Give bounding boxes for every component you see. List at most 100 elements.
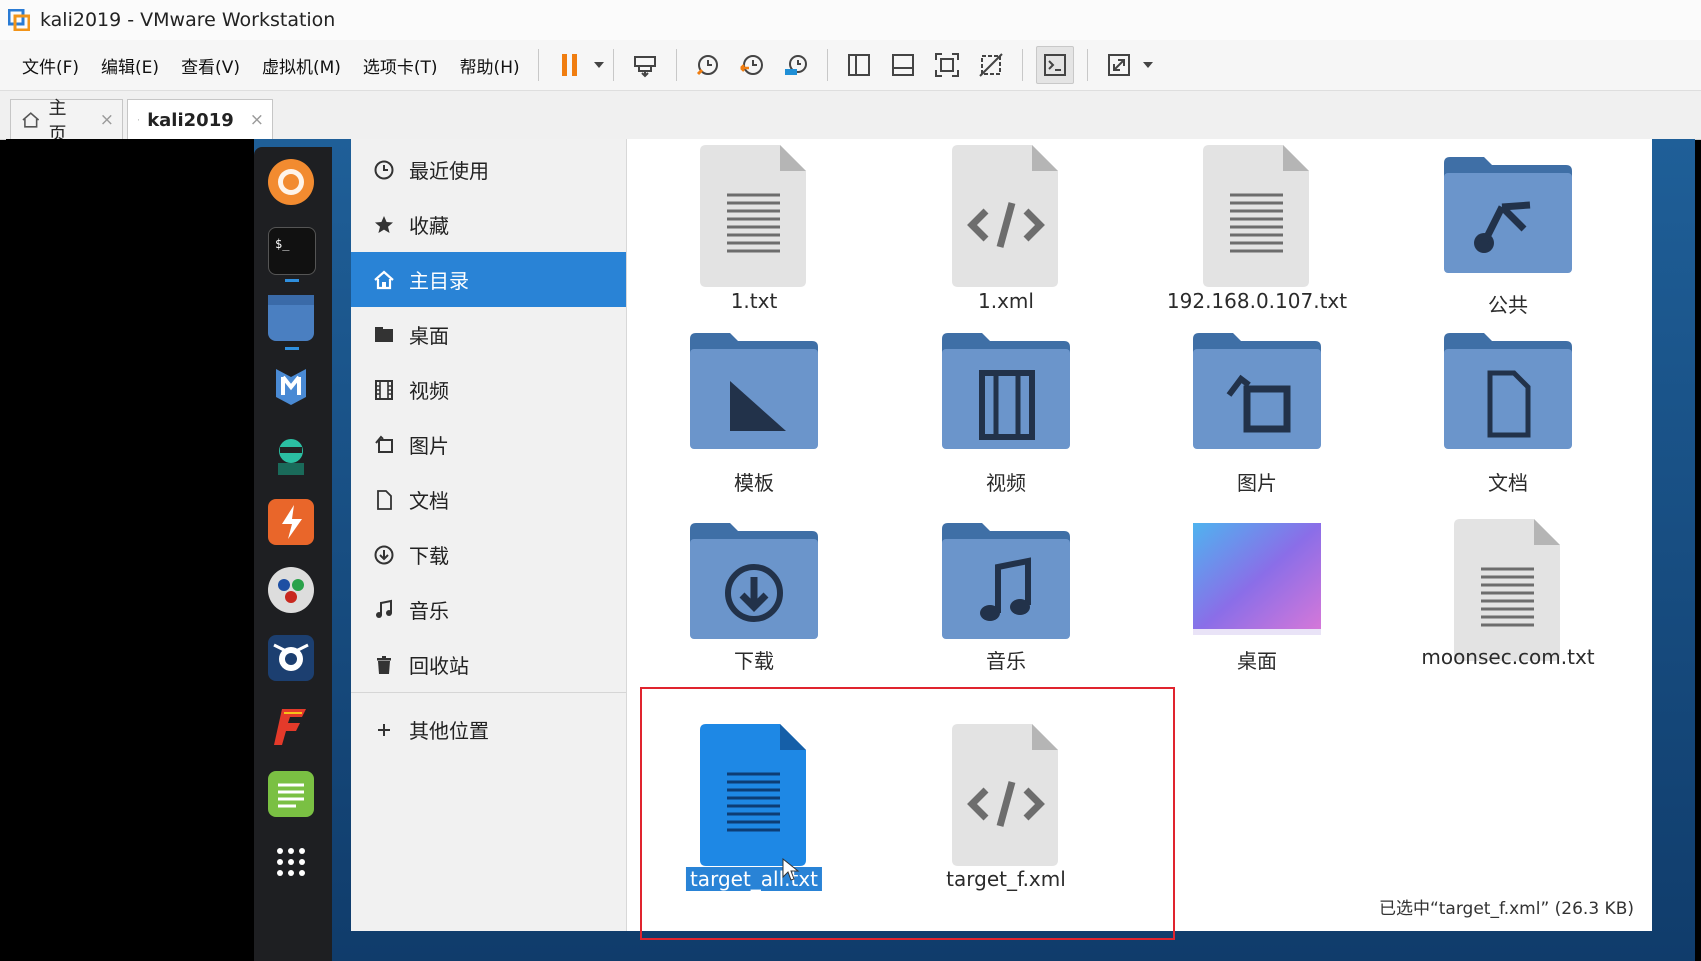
terminal-icon[interactable]: $_ bbox=[268, 227, 316, 275]
file-name: 1.txt bbox=[730, 289, 778, 313]
faraday-icon[interactable] bbox=[268, 703, 314, 749]
file-item[interactable]: 文档 bbox=[1398, 329, 1618, 519]
annotation-highlight-box bbox=[640, 687, 1175, 940]
file-item[interactable]: 桌面 bbox=[1147, 519, 1367, 709]
public-folder-icon bbox=[1444, 157, 1572, 273]
tab-kali2019[interactable]: kali2019 × bbox=[127, 99, 273, 140]
menu-file[interactable]: 文件(F) bbox=[22, 53, 79, 78]
toolbar-separator bbox=[537, 49, 539, 81]
pause-icon bbox=[561, 54, 577, 76]
text-file-icon bbox=[700, 145, 806, 287]
music-icon bbox=[373, 599, 395, 621]
text-file-icon bbox=[1203, 145, 1309, 287]
file-item[interactable]: moonsec.com.txt bbox=[1398, 519, 1618, 709]
revert-snapshot-button[interactable] bbox=[734, 47, 770, 83]
fit-guest-button[interactable] bbox=[929, 47, 965, 83]
sidebar-item-label: 最近使用 bbox=[409, 159, 489, 183]
file-item[interactable]: 视频 bbox=[896, 329, 1116, 519]
send-ctrl-alt-del-button[interactable] bbox=[627, 47, 663, 83]
pictures-folder-icon bbox=[1193, 333, 1321, 449]
trash-icon bbox=[373, 654, 395, 676]
sidebar-item-label: 主目录 bbox=[409, 269, 469, 293]
armitage-icon[interactable] bbox=[268, 431, 314, 477]
sidebar-item-starred[interactable]: 收藏 bbox=[351, 197, 626, 252]
desktop-folder-icon bbox=[373, 324, 395, 346]
menu-tabs[interactable]: 选项卡(T) bbox=[363, 53, 438, 78]
menu-edit[interactable]: 编辑(E) bbox=[101, 53, 159, 78]
file-item[interactable]: 图片 bbox=[1147, 329, 1367, 519]
beef-icon[interactable] bbox=[268, 635, 314, 681]
unity-button[interactable] bbox=[973, 47, 1009, 83]
file-item[interactable]: 1.txt bbox=[644, 139, 864, 329]
file-item[interactable]: 1.xml bbox=[896, 139, 1116, 329]
download-icon bbox=[373, 544, 395, 566]
sidebar-item-label: 视频 bbox=[409, 379, 449, 403]
snapshot-button[interactable] bbox=[690, 47, 726, 83]
sidebar-item-other-locations[interactable]: 其他位置 bbox=[351, 702, 626, 757]
videos-folder-icon bbox=[942, 333, 1070, 449]
file-name: 图片 bbox=[1237, 471, 1277, 495]
fullscreen-button[interactable] bbox=[1101, 47, 1137, 83]
music-folder-icon bbox=[942, 523, 1070, 639]
menu-vm[interactable]: 虚拟机(M) bbox=[262, 53, 341, 78]
toolbar-separator bbox=[612, 49, 614, 81]
file-item[interactable]: 音乐 bbox=[896, 519, 1116, 709]
file-name: 文档 bbox=[1488, 471, 1528, 495]
file-name: 模板 bbox=[734, 471, 774, 495]
file-item[interactable]: 模板 bbox=[644, 329, 864, 519]
firefox-icon[interactable] bbox=[268, 159, 314, 205]
menu-view[interactable]: 查看(V) bbox=[181, 53, 240, 78]
sidebar-item-videos[interactable]: 视频 bbox=[351, 362, 626, 417]
pause-dropdown-caret[interactable] bbox=[593, 62, 604, 68]
sidebar-item-trash[interactable]: 回收站 bbox=[351, 637, 626, 692]
thumbnail-bar-button[interactable] bbox=[885, 47, 921, 83]
kali-dock: $_ bbox=[254, 147, 332, 961]
text-file-icon bbox=[1454, 519, 1560, 661]
sidebar-item-pictures[interactable]: 图片 bbox=[351, 417, 626, 472]
picture-icon bbox=[373, 434, 395, 456]
sidebar-item-label: 其他位置 bbox=[409, 719, 489, 743]
tab-home[interactable]: 主页 × bbox=[10, 98, 123, 145]
status-selection-text: 已选中“target_f.xml” (26.3 KB) bbox=[1378, 899, 1634, 919]
metasploit-icon[interactable] bbox=[268, 363, 314, 409]
sidebar-item-label: 桌面 bbox=[409, 324, 449, 348]
file-item[interactable]: 下载 bbox=[644, 519, 864, 709]
sidebar-item-desktop[interactable]: 桌面 bbox=[351, 307, 626, 362]
notes-icon[interactable] bbox=[268, 771, 314, 817]
close-icon[interactable]: × bbox=[250, 110, 264, 130]
fit-guest-icon bbox=[934, 53, 959, 77]
sidebar-item-home[interactable]: 主目录 bbox=[351, 252, 626, 307]
sidebar-item-documents[interactable]: 文档 bbox=[351, 472, 626, 527]
sidebar-item-label: 文档 bbox=[409, 489, 449, 513]
vm-icon bbox=[138, 119, 140, 121]
files-icon[interactable] bbox=[268, 295, 314, 341]
burpsuite-icon[interactable] bbox=[268, 499, 314, 545]
fullscreen-dropdown-caret[interactable] bbox=[1142, 62, 1153, 68]
sidebar-divider bbox=[351, 692, 626, 693]
close-icon[interactable]: × bbox=[100, 110, 114, 130]
library-button[interactable] bbox=[841, 47, 877, 83]
file-item[interactable]: 公共 bbox=[1398, 139, 1618, 329]
file-name: 视频 bbox=[986, 471, 1026, 495]
snapshot-manager-icon bbox=[784, 55, 807, 75]
console-view-button[interactable] bbox=[1035, 46, 1074, 84]
toolbar-separator bbox=[675, 49, 677, 81]
thumbnail-bar-icon bbox=[891, 54, 914, 76]
toolbar-separator bbox=[1021, 49, 1023, 81]
home-icon bbox=[373, 269, 395, 291]
sidebar-item-recent[interactable]: 最近使用 bbox=[351, 142, 626, 197]
desktop-folder-icon bbox=[1193, 523, 1321, 635]
sidebar-item-downloads[interactable]: 下载 bbox=[351, 527, 626, 582]
tab-label: kali2019 bbox=[147, 109, 234, 131]
sidebar-item-music[interactable]: 音乐 bbox=[351, 582, 626, 637]
running-indicator bbox=[285, 347, 299, 350]
maltego-icon[interactable] bbox=[268, 567, 314, 613]
pause-button[interactable] bbox=[552, 47, 588, 83]
mouse-pointer-icon bbox=[782, 858, 800, 881]
file-name: moonsec.com.txt bbox=[1421, 645, 1595, 669]
snapshot-manager-button[interactable] bbox=[778, 47, 814, 83]
file-item[interactable]: 192.168.0.107.txt bbox=[1147, 139, 1367, 329]
menu-help[interactable]: 帮助(H) bbox=[460, 53, 520, 78]
menubar: 文件(F) 编辑(E) 查看(V) 虚拟机(M) 选项卡(T) 帮助(H) bbox=[0, 40, 1701, 91]
app-grid-icon[interactable] bbox=[268, 839, 314, 885]
